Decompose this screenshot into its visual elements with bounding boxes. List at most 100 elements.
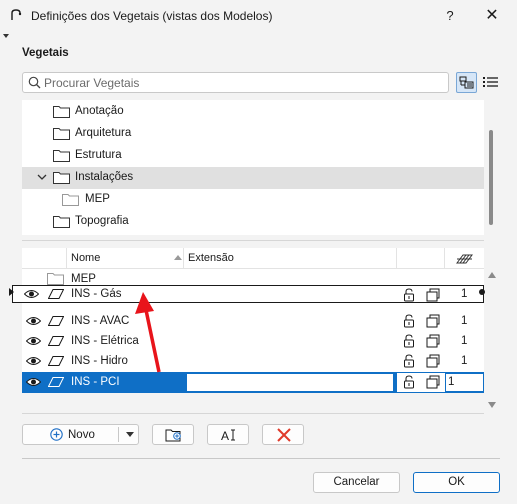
eye-icon[interactable]: [26, 377, 41, 387]
lock-icon[interactable]: [403, 288, 415, 302]
layer-icon: [48, 356, 64, 366]
table-row[interactable]: INS - Elétrica 1: [22, 331, 484, 352]
column-header-visibility[interactable]: [22, 248, 67, 268]
eye-icon[interactable]: [26, 356, 41, 366]
row-number-field[interactable]: 1: [445, 373, 484, 392]
list-view-icon: [483, 77, 498, 87]
add-circle-icon: [50, 428, 63, 441]
tree-item-estrutura[interactable]: Estrutura: [22, 145, 484, 167]
eye-icon[interactable]: [26, 316, 41, 326]
drag-marker-right-icon: [479, 289, 485, 295]
table-row[interactable]: INS - Hidro 1: [22, 351, 484, 372]
svg-text:A: A: [221, 429, 229, 443]
column-header-extension-label: Extensão: [188, 252, 234, 264]
column-header-stack[interactable]: [445, 248, 484, 268]
column-header-lock[interactable]: [397, 248, 445, 268]
lock-icon[interactable]: [403, 314, 415, 328]
rename-icon: A: [221, 429, 235, 443]
new-folder-icon: [165, 429, 181, 442]
search-input[interactable]: [44, 75, 444, 90]
search-icon: [28, 76, 41, 89]
splitter[interactable]: [22, 240, 484, 241]
tree-view-button[interactable]: [456, 72, 477, 93]
new-button-label: Novo: [68, 429, 95, 441]
layer-icon: [48, 336, 64, 346]
row-number: 1: [461, 335, 468, 347]
new-folder-button[interactable]: [152, 424, 194, 445]
layer-icon: [48, 316, 64, 326]
close-button[interactable]: ✕: [482, 6, 502, 26]
tree-item-label: Anotação: [75, 105, 124, 117]
lock-icon[interactable]: [403, 375, 415, 389]
tree-item-topografia[interactable]: Topografia: [22, 211, 484, 233]
tree-item-mep[interactable]: MEP: [22, 189, 484, 211]
cancel-button[interactable]: Cancelar: [313, 472, 400, 493]
extension-edit-field[interactable]: [186, 373, 394, 392]
table-row-dragging[interactable]: INS - Gás 1: [12, 285, 484, 303]
row-name: INS - PCI: [71, 376, 120, 388]
row-name: INS - Gás: [71, 288, 122, 300]
folder-icon: [53, 128, 70, 140]
folder-icon: [53, 172, 70, 184]
folder-icon: [53, 216, 70, 228]
list-view-button[interactable]: [480, 72, 501, 93]
scroll-up-icon[interactable]: [488, 272, 496, 278]
collapse-triangle-icon[interactable]: [3, 34, 9, 38]
new-button[interactable]: Novo: [22, 424, 139, 445]
folder-icon: [62, 194, 79, 206]
row-name: INS - Elétrica: [71, 335, 139, 347]
eye-icon[interactable]: [24, 289, 39, 299]
row-number: 1: [461, 315, 468, 327]
tree-item-arquitetura[interactable]: Arquitetura: [22, 123, 484, 145]
eye-icon[interactable]: [26, 336, 41, 346]
column-header-name[interactable]: Nome: [67, 248, 184, 268]
stack-order-icon: [456, 254, 473, 264]
tree-view-icon: [459, 76, 474, 89]
copy-icon[interactable]: [426, 314, 440, 328]
scroll-down-icon[interactable]: [488, 402, 496, 408]
title-bar: Definições dos Vegetais (vistas dos Mode…: [0, 0, 517, 32]
tree-item-label: MEP: [85, 193, 110, 205]
tree-item-label: Instalações: [75, 171, 134, 183]
copy-icon[interactable]: [426, 334, 440, 348]
folder-icon: [53, 150, 70, 162]
rename-button[interactable]: A: [207, 424, 249, 445]
layer-icon: [48, 377, 64, 387]
tree-item-label: Arquitetura: [75, 127, 132, 139]
table-row[interactable]: INS - AVAC 1: [22, 311, 484, 332]
lock-icon[interactable]: [403, 354, 415, 368]
copy-icon[interactable]: [426, 375, 440, 389]
copy-icon[interactable]: [426, 354, 440, 368]
table-row-selected[interactable]: INS - PCI 1: [22, 372, 484, 393]
ok-button[interactable]: OK: [413, 472, 500, 493]
delete-button[interactable]: [262, 424, 304, 445]
separator: [22, 413, 484, 414]
section-label: Vegetais: [22, 47, 69, 59]
lock-icon[interactable]: [403, 334, 415, 348]
drag-marker-left-icon: [9, 288, 14, 296]
dropdown-caret-icon[interactable]: [126, 432, 134, 437]
help-button[interactable]: ?: [440, 6, 460, 26]
row-number: 1: [461, 288, 468, 300]
annotation-arrow-icon: [135, 292, 161, 373]
chevron-down-icon[interactable]: [37, 172, 47, 182]
column-header-name-label: Nome: [71, 252, 101, 264]
folder-row-label: MEP: [71, 273, 96, 285]
row-name: INS - Hidro: [71, 355, 128, 367]
delete-x-icon: [277, 428, 291, 442]
tree-item-instalacoes[interactable]: Instalações: [22, 167, 484, 189]
tree-item-anotacao[interactable]: Anotação: [22, 101, 484, 123]
folder-tree: Anotação Arquitetura Estrutura Instalaçõ…: [22, 100, 484, 235]
layer-icon: [48, 289, 64, 299]
search-box[interactable]: [22, 72, 449, 93]
tree-item-label: Estrutura: [75, 149, 122, 161]
tree-item-label: Topografia: [75, 215, 129, 227]
column-header-extension[interactable]: Extensão: [184, 248, 397, 268]
folder-icon: [47, 273, 64, 285]
copy-icon[interactable]: [426, 288, 440, 302]
folder-icon: [53, 106, 70, 118]
tree-scrollbar[interactable]: [489, 130, 493, 225]
sort-arrow-icon: [174, 255, 182, 260]
app-icon: [11, 9, 22, 20]
row-name: INS - AVAC: [71, 315, 130, 327]
